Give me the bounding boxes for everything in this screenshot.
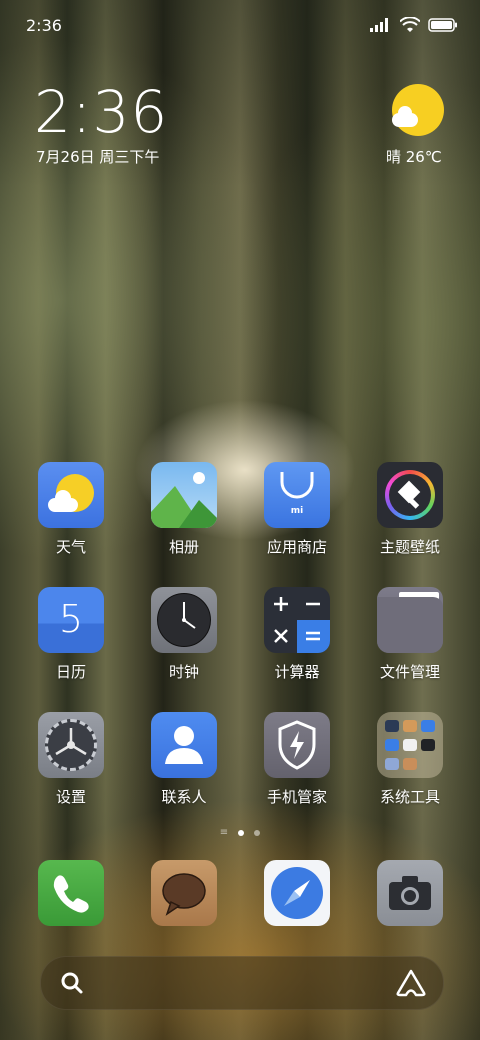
- assistant-icon[interactable]: [395, 968, 427, 998]
- browser-icon: [264, 860, 330, 926]
- folder-icon: [377, 587, 443, 653]
- contacts-icon: [151, 712, 217, 778]
- app-label: 联系人: [161, 788, 207, 806]
- app-weather[interactable]: 天气: [21, 462, 121, 557]
- app-label: 应用商店: [266, 538, 327, 556]
- app-store-badge: mi: [290, 506, 304, 516]
- page-dot-active[interactable]: [238, 830, 245, 836]
- search-bar[interactable]: [40, 956, 444, 1010]
- app-label: 时钟: [168, 663, 199, 681]
- app-label: 手机管家: [266, 788, 327, 806]
- app-label: 计算器: [274, 663, 320, 681]
- system-tools-folder-icon: [377, 712, 443, 778]
- calendar-icon: 5: [38, 587, 104, 653]
- dock-messages[interactable]: [134, 860, 234, 926]
- app-gallery[interactable]: 相册: [134, 462, 234, 557]
- battery-icon: [428, 18, 457, 32]
- app-store-icon: mi: [264, 462, 330, 528]
- app-label: 主题壁纸: [379, 538, 440, 556]
- settings-icon: [38, 712, 104, 778]
- app-label: 系统工具: [379, 788, 440, 806]
- gallery-icon: [151, 462, 217, 528]
- clock-icon: [151, 587, 217, 653]
- page-dot[interactable]: [254, 830, 261, 836]
- dock-phone[interactable]: [21, 860, 121, 926]
- search-icon[interactable]: [59, 970, 85, 996]
- signal-icon: [370, 18, 388, 32]
- phone-icon: [38, 860, 104, 926]
- calendar-day: 5: [58, 597, 84, 641]
- app-label: 设置: [55, 788, 86, 806]
- weather-cloud: [392, 106, 418, 127]
- app-contacts[interactable]: 联系人: [134, 712, 234, 807]
- app-themes[interactable]: 主题壁纸: [360, 462, 460, 557]
- app-files[interactable]: 文件管理: [360, 587, 460, 682]
- app-label: 文件管理: [379, 663, 440, 681]
- app-clock[interactable]: 时钟: [134, 587, 234, 682]
- app-settings[interactable]: 设置: [21, 712, 121, 807]
- dock-browser[interactable]: [247, 860, 347, 926]
- clock-widget-date[interactable]: 7月26日 周三下午: [36, 146, 159, 167]
- app-system-tools[interactable]: 系统工具: [360, 712, 460, 807]
- themes-icon: [377, 462, 443, 528]
- app-label: 日历: [55, 663, 86, 681]
- status-bar: 2:36: [26, 14, 458, 36]
- weather-icon: [38, 462, 104, 528]
- dock-camera[interactable]: [360, 860, 460, 926]
- wifi-icon: [400, 17, 420, 32]
- app-label: 相册: [168, 538, 199, 556]
- camera-icon: [377, 860, 443, 926]
- weather-widget-text[interactable]: 晴 26℃: [386, 146, 442, 167]
- menu-lines-icon: ≡: [219, 827, 229, 838]
- page-indicator[interactable]: ≡: [0, 827, 480, 838]
- messages-icon: [151, 860, 217, 926]
- app-label: 天气: [55, 538, 86, 556]
- status-time: 2:36: [26, 15, 62, 35]
- app-calculator[interactable]: 计算器: [247, 587, 347, 682]
- security-icon: [264, 712, 330, 778]
- app-security[interactable]: 手机管家: [247, 712, 347, 807]
- app-store[interactable]: mi 应用商店: [247, 462, 347, 557]
- calculator-icon: [264, 587, 330, 653]
- app-calendar[interactable]: 5 日历: [21, 587, 121, 682]
- clock-widget-time[interactable]: 2:36: [34, 78, 168, 146]
